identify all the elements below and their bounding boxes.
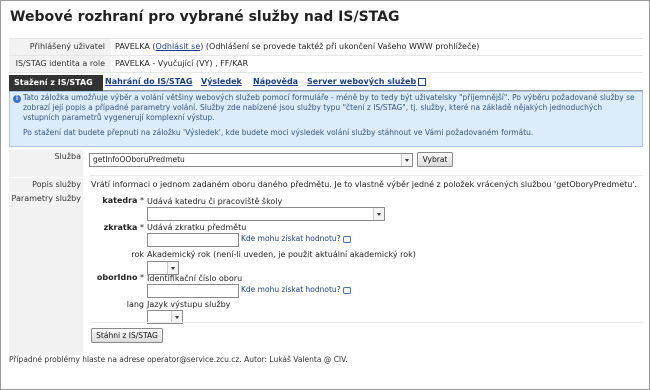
logout-link[interactable]: Odhlásit se — [156, 42, 201, 51]
zkratka-input[interactable] — [147, 233, 239, 247]
zkratka-hint[interactable]: Kde mohu získat hodnotu? — [241, 234, 351, 243]
param-zkratka-desc: Udává zkratku předmětu — [147, 223, 247, 232]
rok-select[interactable] — [147, 261, 179, 275]
required-mark: * — [137, 196, 144, 205]
user-name: PAVELKA — [115, 42, 150, 51]
oboridno-input[interactable] — [147, 284, 239, 298]
speech-bubble-icon — [342, 286, 351, 294]
identity-row: IS/STAG identita a role PAVELKA - Vyučuj… — [9, 56, 643, 73]
param-oboridno-label: oborIdno * — [89, 273, 144, 282]
page-frame: Webové rozhraní pro vybrané služby nad I… — [0, 0, 650, 390]
info-text: Tato záložka umožňuje výběr a volání vět… — [23, 93, 635, 122]
tab-napoveda[interactable]: Nápověda — [249, 75, 302, 89]
param-katedra-desc: Udává katedru či pracoviště školy — [147, 197, 283, 206]
param-zkratka-name: zkratka — [103, 223, 138, 232]
info-box: i Tato záložka umožňuje výběr a volání v… — [9, 91, 643, 147]
footer-text: Případné problémy hlaste na adrese opera… — [9, 355, 348, 364]
zkratka-hint-link[interactable]: Kde mohu získat hodnotu? — [241, 234, 341, 243]
page-title: Webové rozhraní pro vybrané služby nad I… — [10, 9, 400, 25]
tab-stazeni[interactable]: Stažení z IS/STAG — [9, 75, 103, 91]
speech-bubble-icon — [342, 235, 351, 243]
tab-vysledek[interactable]: Výsledek — [197, 75, 246, 89]
chevron-down-icon — [167, 262, 178, 274]
katedra-select[interactable] — [147, 207, 385, 221]
oboridno-hint[interactable]: Kde mohu získat hodnotu? — [241, 285, 351, 294]
divider — [90, 175, 643, 176]
tab-server[interactable]: Server webových služeb — [303, 75, 430, 89]
param-lang-label: lang — [89, 300, 144, 309]
required-mark: * — [137, 273, 144, 282]
download-button[interactable]: Stáhni z IS/STAG — [91, 328, 163, 343]
logout-note: ) (Odhlášení se provede taktéž při ukonč… — [200, 42, 480, 51]
param-oboridno-desc: Identifikační číslo oboru — [147, 274, 243, 283]
param-rok-label: rok — [89, 250, 144, 259]
identity-value: PAVELKA - Vyučující (VY) , FF/KAR — [115, 59, 249, 68]
tab-server-label[interactable]: Server webových služeb — [307, 77, 416, 86]
user-value: PAVELKA (Odhlásit se) (Odhlášení se prov… — [111, 39, 479, 55]
params-label: Parametry služby — [9, 193, 83, 355]
param-rok-name: rok — [131, 250, 144, 259]
tab-nahrani[interactable]: Nahrání do IS/STAG — [101, 75, 196, 89]
param-lang-name: lang — [126, 300, 144, 309]
service-select-value: getInfoOOboruPredmetu — [93, 155, 185, 164]
chevron-down-icon — [373, 208, 384, 220]
select-button[interactable]: Vybrat — [417, 152, 453, 167]
service-description: Vrátí informaci o jednom zadaném oboru d… — [91, 180, 638, 189]
param-rok-desc: Akademický rok (není-li uveden, je použi… — [147, 250, 416, 259]
service-label: Služba — [9, 150, 83, 177]
chevron-down-icon — [401, 154, 412, 166]
param-katedra-label: katedra * — [89, 196, 144, 205]
param-lang-desc: Jazyk výstupu služby — [147, 300, 231, 309]
identity-label: IS/STAG identita a role — [9, 56, 111, 72]
service-select[interactable]: getInfoOOboruPredmetu — [89, 153, 413, 167]
info-icon: i — [13, 95, 21, 103]
oboridno-hint-link[interactable]: Kde mohu získat hodnotu? — [241, 285, 341, 294]
user-info-table: Přihlášený uživatel PAVELKA (Odhlásit se… — [9, 38, 643, 73]
info-note: Po stažení dat budete přepnuti na záložk… — [23, 128, 534, 137]
divider — [90, 322, 643, 323]
external-link-icon — [418, 77, 427, 86]
tab-bar: Stažení z IS/STAG Nahrání do IS/STAG Výs… — [9, 75, 643, 91]
param-oboridno-name: oborIdno — [96, 273, 138, 282]
required-mark: * — [137, 223, 144, 232]
param-zkratka-label: zkratka * — [89, 223, 144, 232]
user-row: Přihlášený uživatel PAVELKA (Odhlásit se… — [9, 39, 643, 56]
description-label: Popis služby — [9, 178, 83, 192]
param-katedra-name: katedra — [102, 196, 138, 205]
user-label: Přihlášený uživatel — [9, 39, 111, 55]
